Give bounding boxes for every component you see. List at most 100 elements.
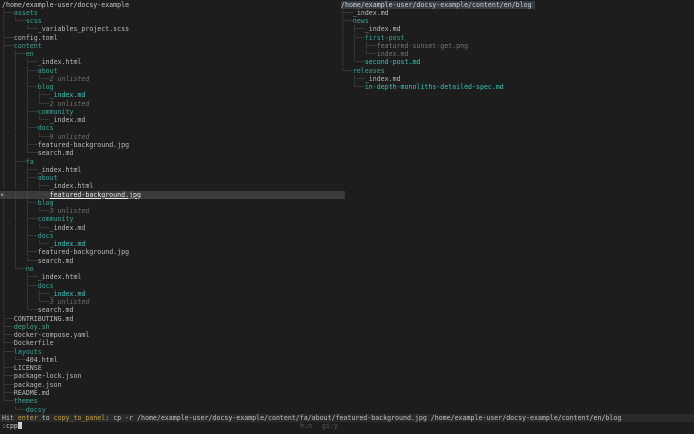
tree-row[interactable]: │ │ ├──docs — [2, 124, 347, 132]
left-panel-title: /home/example-user/docsy-example — [2, 0, 130, 9]
tree-branch: ├── — [2, 322, 14, 331]
tree-branch: │ │ │ └── — [2, 240, 50, 249]
entry-name: _index.md — [364, 25, 401, 34]
tree-row[interactable]: └──themes — [2, 397, 347, 405]
entry-name: featured-background.jpg — [37, 248, 130, 257]
tree-row[interactable]: │ │ ├──docs — [2, 232, 347, 240]
entry-name: _index.html — [37, 58, 82, 67]
tree-branch: │ ├── — [2, 273, 38, 282]
entry-name: _index.md — [49, 223, 86, 232]
tree-row[interactable]: └──releases — [341, 67, 693, 75]
tree-row[interactable]: │ ├──_index.html — [2, 273, 347, 281]
tree-row[interactable]: │ ├──_index.md — [341, 25, 693, 33]
tree-row[interactable]: │ │ │ ├──_index.md — [2, 91, 347, 99]
entry-name: docker-compose.yaml — [13, 331, 90, 340]
entry-name: search.md — [37, 256, 74, 265]
tree-row[interactable]: │ │ ├──_index.html — [2, 166, 347, 174]
tree-row[interactable]: │ └──404.html — [2, 356, 347, 364]
entry-name: _index.md — [364, 74, 401, 83]
entry-name: about — [37, 66, 58, 75]
tree-row[interactable]: │ ├──fa — [2, 158, 347, 166]
tree-branch: │ └── — [2, 306, 38, 315]
tree-row[interactable]: └──in-depth-monoliths-detailed-spec.md — [341, 83, 693, 91]
status-hit: Hit — [2, 413, 18, 422]
entry-name: search.md — [37, 306, 74, 315]
tree-branch: ├── — [2, 331, 14, 340]
tree-branch: │ │ ├── — [2, 215, 38, 224]
entry-name: community — [37, 107, 74, 116]
entry-name: LICENSE — [13, 364, 42, 373]
command-input[interactable]: :cpp — [2, 422, 22, 430]
tree-row[interactable]: │ │ ├──blog — [2, 199, 347, 207]
entry-name: themes — [13, 397, 38, 406]
tree-row[interactable]: ├──config.toml — [2, 34, 347, 42]
tree-row[interactable]: │ ├──docs — [2, 282, 347, 290]
tree-row-selected[interactable]: ▶ │ │ │ └──featured-background.jpg — [0, 190, 345, 199]
tree-row[interactable]: │ │ └──search.md — [2, 257, 347, 265]
tree-row[interactable]: │ ├──first-post — [341, 34, 693, 42]
tree-row[interactable]: │ │ │ └──9 unlisted — [2, 133, 347, 141]
tree-branch: ├── — [2, 8, 14, 17]
tree-row[interactable]: ├──README.md — [2, 389, 347, 397]
entry-name: 9 unlisted — [49, 132, 90, 141]
tree-branch: │ │ ├── — [2, 165, 38, 174]
tree-row[interactable]: │ └──search.md — [2, 306, 347, 314]
entry-name: config.toml — [13, 33, 58, 42]
entry-name: layouts — [13, 347, 42, 356]
entry-name: featured-sunset-get.png — [376, 41, 469, 50]
tree-branch: │ │ │ └── — [2, 74, 50, 83]
tree-branch: │ │ ├── — [2, 198, 38, 207]
tree-row[interactable]: ├──content — [2, 42, 347, 50]
tree-row[interactable]: ├──layouts — [2, 348, 347, 356]
entry-name: CONTRIBUTING.md — [13, 314, 74, 323]
entry-name: _index.md — [49, 116, 86, 125]
entry-name: en — [25, 50, 34, 59]
tree-row[interactable]: │ │ ├──_index.md — [2, 290, 347, 298]
entry-name: docs — [37, 231, 54, 240]
tree-branch: │ └── — [2, 265, 26, 273]
entry-name: README.md — [13, 388, 50, 397]
tree-row[interactable]: │ │ ├──_index.html — [2, 58, 347, 66]
tree-row[interactable]: ├──_index.md — [341, 75, 693, 83]
entry-name: community — [37, 215, 74, 224]
tree-branch: ├── — [2, 372, 14, 381]
tree-row[interactable]: │ │ │ └──_index.md — [2, 116, 347, 124]
tree-row[interactable]: ├──_index.md — [341, 9, 693, 17]
entry-name: releases — [352, 66, 385, 75]
entry-name: package-lock.json — [13, 372, 82, 381]
tree-row[interactable]: │ │ │ └──_index.md — [2, 224, 347, 232]
entry-name: _index.html — [49, 182, 94, 191]
entry-name: featured-background.jpg — [49, 190, 141, 199]
tree-branch: ├── — [2, 388, 14, 397]
tree-row[interactable]: ├──assets — [2, 9, 347, 17]
tree-row[interactable]: │ │ ├──community — [2, 108, 347, 116]
entry-name: blog — [37, 198, 54, 207]
tree-row[interactable]: │ └──_variables_project.scss — [2, 25, 347, 33]
entry-name: _index.md — [49, 289, 86, 298]
tree-branch: ├── — [2, 314, 14, 323]
status-bar: Hit enter to copy_to_panel: cp -r /home/… — [0, 413, 694, 423]
tree-row[interactable]: ├──package.json — [2, 381, 347, 389]
tree-row[interactable]: │ │ ├──featured-background.jpg — [2, 248, 347, 256]
tree-row[interactable]: │ │ ├──about — [2, 67, 347, 75]
text-cursor-icon — [17, 422, 22, 430]
tree-row[interactable]: │ │ └──search.md — [2, 149, 347, 157]
tree-row[interactable]: │ │ │ └──2 unlisted — [2, 75, 347, 83]
tree-branch: ├── — [341, 17, 353, 26]
tree-row[interactable]: ├──deploy.sh — [2, 323, 347, 331]
tree-row[interactable]: │ └──second-post.md — [341, 58, 693, 66]
tree-row[interactable]: ├──Dockerfile — [2, 339, 347, 347]
tree-branch: └── — [2, 397, 14, 406]
tree-row[interactable]: ├──package-lock.json — [2, 372, 347, 380]
tree-row[interactable]: │ │ │ └──2 unlisted — [2, 100, 347, 108]
tree-row[interactable]: │ │ │ ├──_index.html — [2, 182, 347, 190]
tree-branch: │ │ ├── — [2, 289, 50, 298]
tree-row[interactable]: │ │ ├──community — [2, 215, 347, 223]
right-panel-title: /home/example-user/docsy-example/content… — [341, 0, 693, 9]
entry-name: docs — [37, 281, 54, 290]
tree-row[interactable]: └──docsy — [2, 406, 347, 414]
tree-row[interactable]: ├──CONTRIBUTING.md — [2, 315, 347, 323]
right-panel: /home/example-user/docsy-example/content… — [341, 0, 693, 92]
tree-row[interactable]: │ │ ├──featured-sunset-get.png — [341, 42, 693, 50]
entry-name: content — [13, 41, 42, 50]
